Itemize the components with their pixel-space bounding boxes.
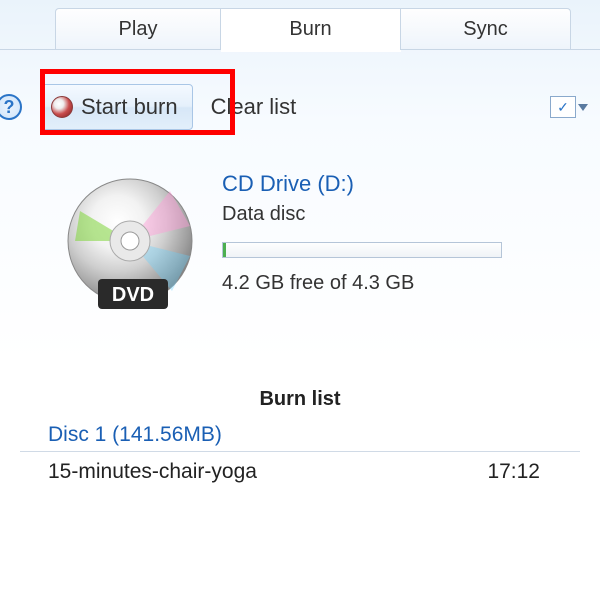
help-icon[interactable]: ? (0, 94, 22, 120)
track-duration: 17:12 (487, 460, 540, 484)
toolbar: ? Start burn Clear list ✓ (0, 79, 600, 135)
start-burn-button[interactable]: Start burn (40, 84, 193, 130)
disc-info-panel: DVD CD Drive (D:) Data disc 4.2 GB free … (0, 165, 600, 326)
disc-space-bar (222, 242, 502, 258)
chevron-down-icon (578, 104, 588, 111)
checklist-icon: ✓ (550, 96, 576, 118)
tab-sync[interactable]: Sync (401, 8, 571, 50)
tab-bar: Play Burn Sync (0, 0, 600, 50)
dvd-disc-icon: DVD (60, 171, 200, 326)
start-burn-label: Start burn (81, 94, 178, 120)
tab-play[interactable]: Play (55, 8, 221, 50)
disc-free-space: 4.2 GB free of 4.3 GB (222, 272, 502, 295)
burn-icon (51, 96, 73, 118)
burn-list-heading: Burn list (0, 388, 600, 411)
disc-summary-label: Disc 1 (141.56MB) (0, 423, 600, 447)
tab-burn[interactable]: Burn (221, 8, 401, 50)
list-options-button[interactable]: ✓ (550, 96, 588, 118)
disc-type-label: Data disc (222, 203, 502, 226)
drive-name[interactable]: CD Drive (D:) (222, 171, 502, 197)
list-item[interactable]: 15-minutes-chair-yoga 17:12 (0, 452, 600, 484)
clear-list-button[interactable]: Clear list (211, 94, 297, 120)
dvd-badge: DVD (112, 284, 154, 306)
track-name: 15-minutes-chair-yoga (48, 460, 487, 484)
